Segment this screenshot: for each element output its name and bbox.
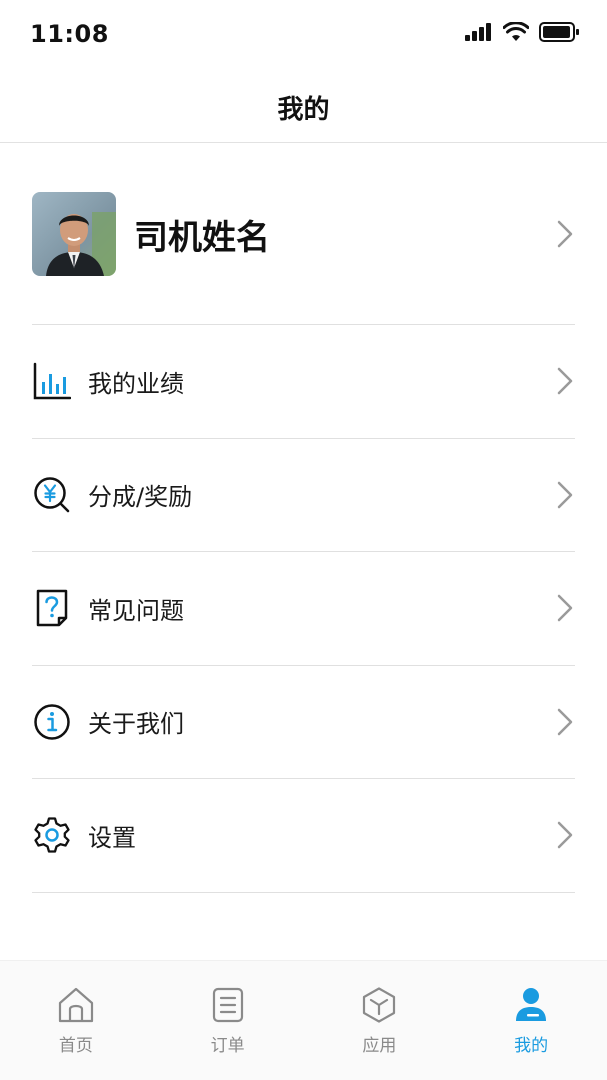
menu-item-performance[interactable]: 我的业绩 [32,325,575,439]
chevron-right-icon [557,708,573,735]
menu-label: 我的业绩 [88,369,184,398]
chevron-right-icon [557,822,573,849]
tab-bar: 首页 订单 应用 我的 [0,960,607,1080]
home-icon [56,985,96,1025]
chevron-right-icon [557,595,573,622]
order-list-icon [208,985,248,1025]
battery-icon [539,22,579,42]
status-time: 11:08 [30,20,109,48]
tab-apps[interactable]: 应用 [304,961,456,1080]
chevron-right-icon [557,368,573,395]
nav-bar: 我的 [0,72,607,143]
menu-list: 我的业绩 分成/奖励 常见问题 关于我们 设置 [32,325,575,893]
menu-label: 设置 [88,823,136,852]
chevron-right-icon [557,481,573,508]
tab-home[interactable]: 首页 [0,961,152,1080]
profile-row[interactable]: 司机姓名 [32,144,575,325]
chevron-right-icon [557,220,573,248]
question-document-icon [32,588,72,628]
menu-item-commission[interactable]: 分成/奖励 [32,439,575,552]
status-bar: 11:08 [0,0,607,72]
menu-item-settings[interactable]: 设置 [32,779,575,893]
signal-icon [465,23,491,41]
menu-label: 分成/奖励 [88,483,193,512]
tab-orders[interactable]: 订单 [152,961,304,1080]
tab-label: 我的 [514,1036,549,1056]
profile-name: 司机姓名 [134,217,270,258]
bar-chart-icon [32,361,72,401]
user-icon [511,985,551,1025]
status-icons [465,22,579,42]
menu-item-about[interactable]: 关于我们 [32,666,575,779]
tab-label: 应用 [362,1036,397,1056]
tab-label: 订单 [210,1036,245,1056]
wifi-icon [503,22,529,41]
menu-label: 关于我们 [88,710,184,739]
page-title: 我的 [277,94,330,125]
gear-icon [32,815,72,855]
tab-mine[interactable]: 我的 [455,961,607,1080]
info-icon [32,702,72,742]
avatar [32,192,116,276]
menu-item-faq[interactable]: 常见问题 [32,552,575,666]
tab-label: 首页 [58,1036,93,1056]
menu-label: 常见问题 [88,596,184,625]
avatar-image [32,192,116,276]
cube-icon [359,985,399,1025]
yuan-search-icon [32,475,72,515]
